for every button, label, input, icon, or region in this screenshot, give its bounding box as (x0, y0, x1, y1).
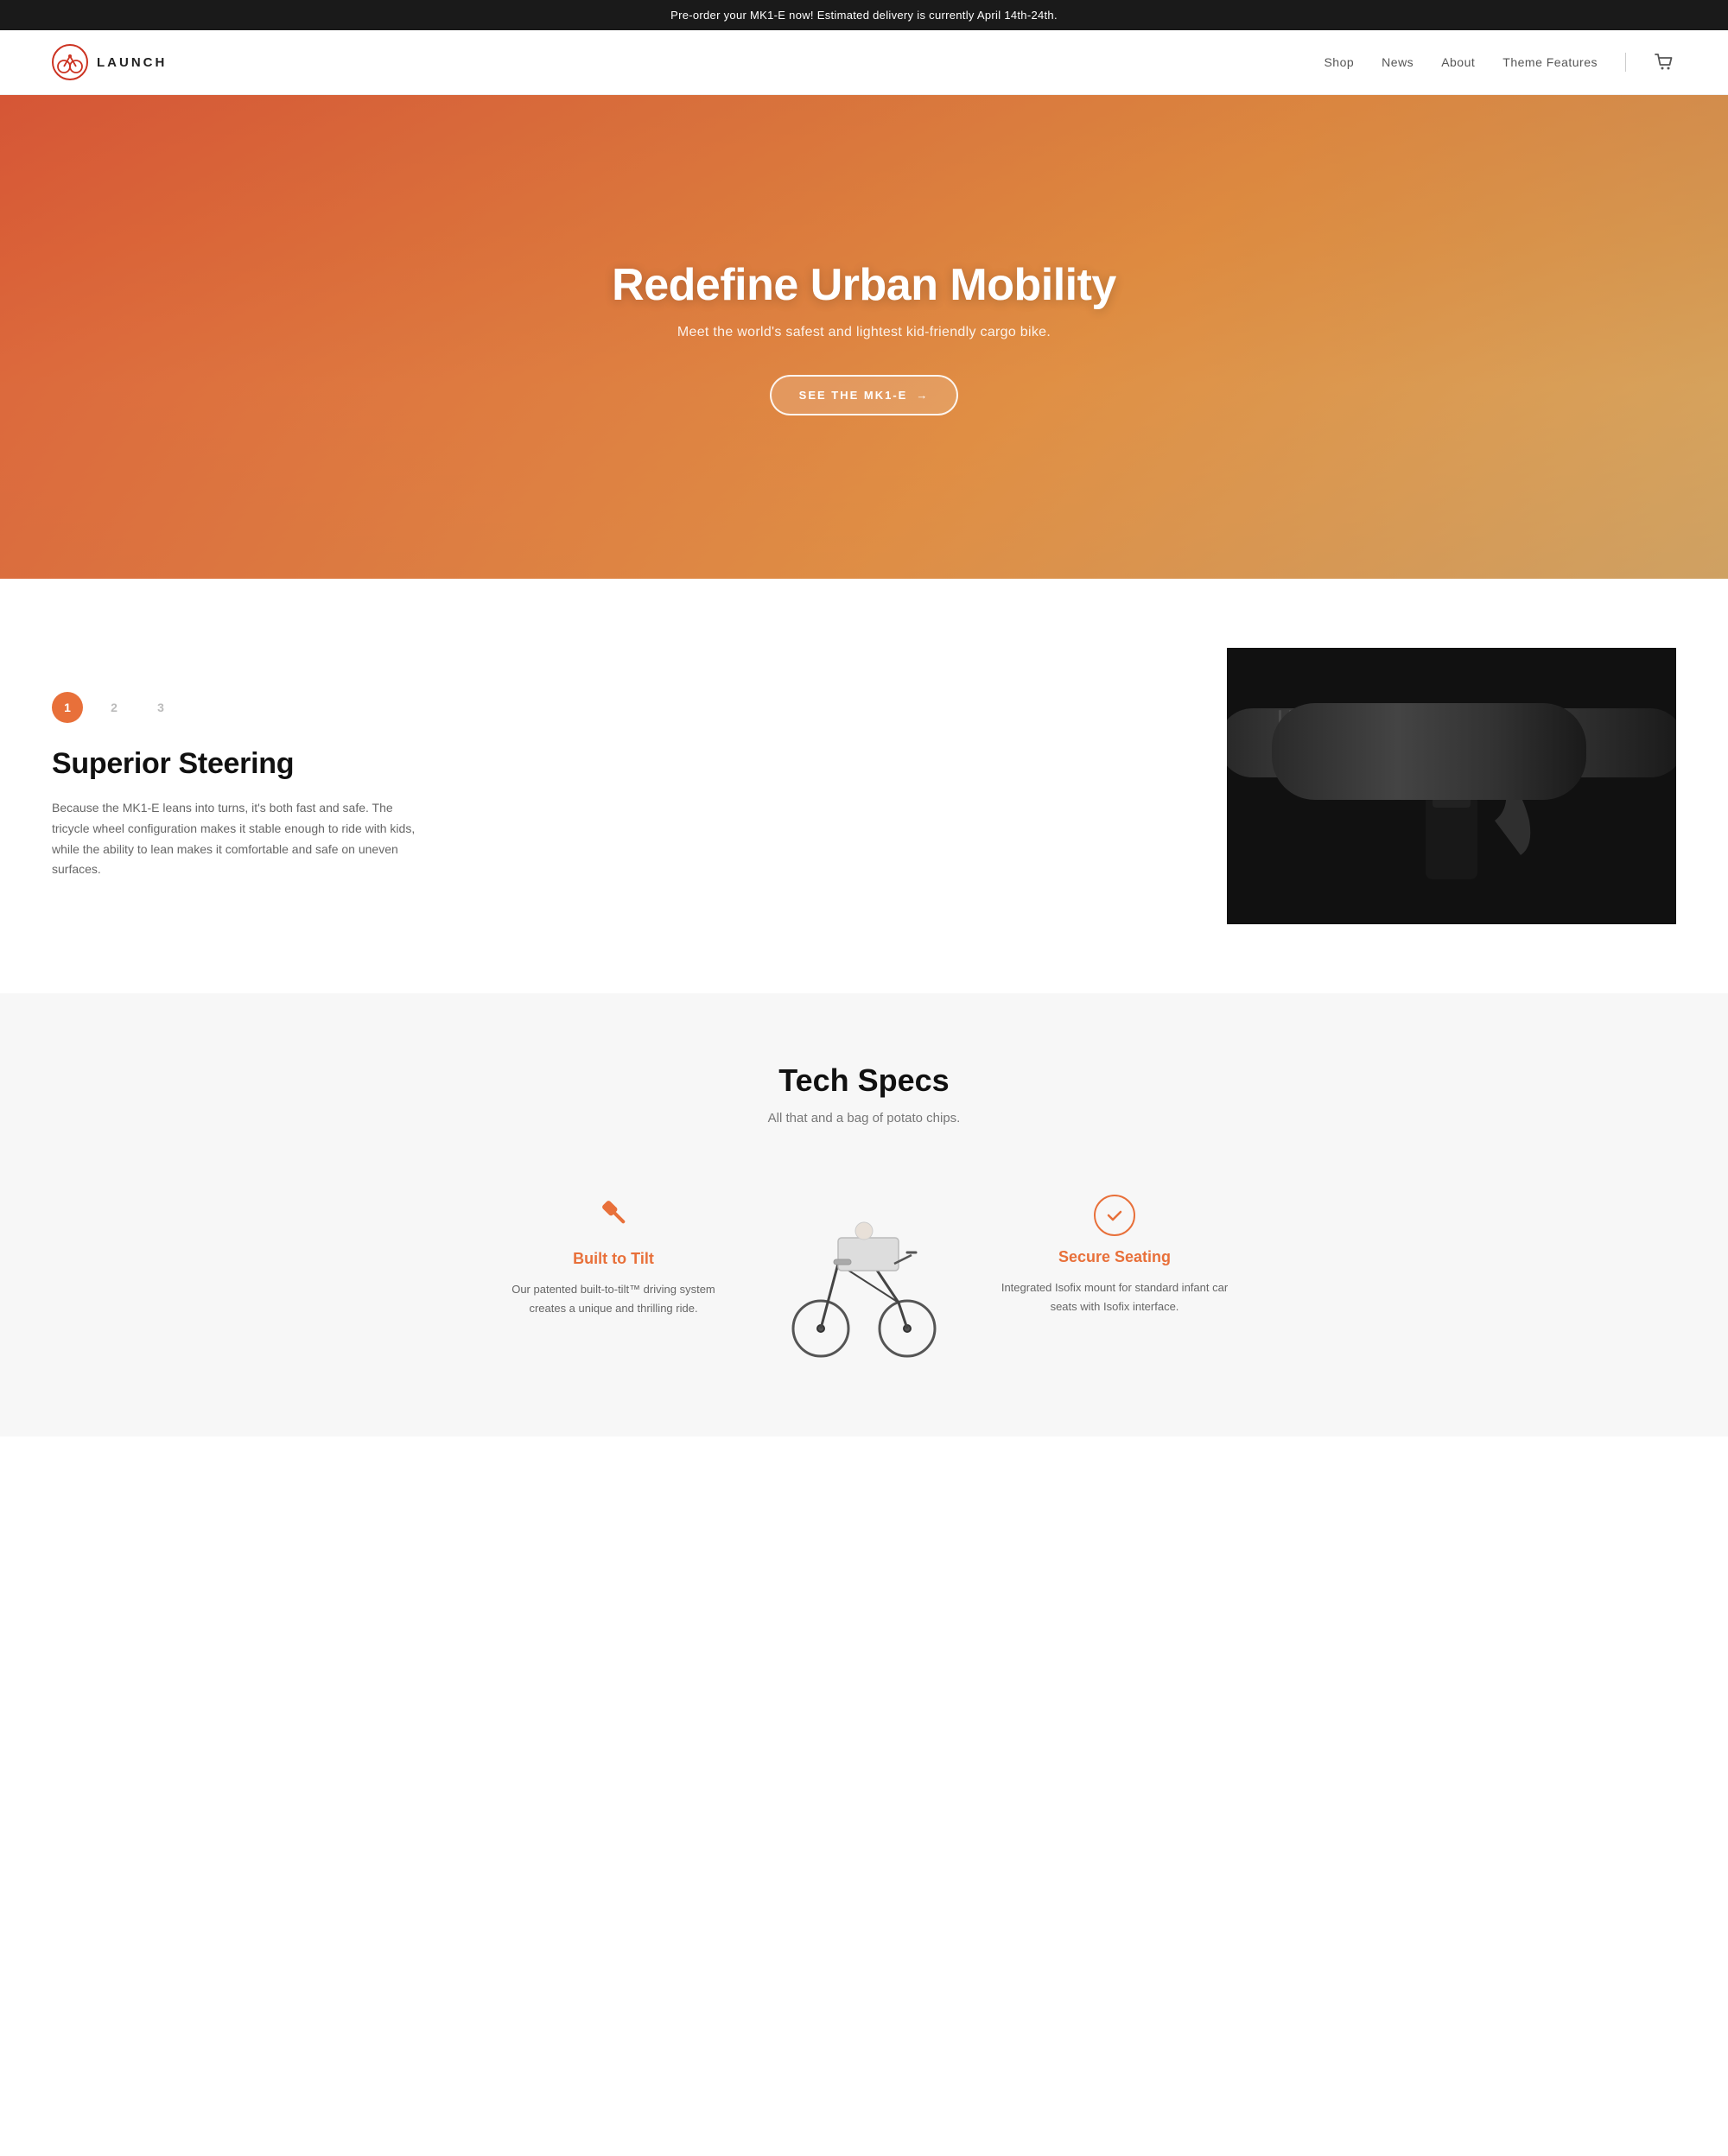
nav-shop[interactable]: Shop (1324, 55, 1354, 69)
cart-icon[interactable] (1654, 51, 1676, 73)
feature-steps: 1 2 3 (52, 692, 432, 723)
logo-icon (52, 44, 88, 80)
nav-links: Shop News About Theme Features (1324, 51, 1676, 73)
announcement-bar: Pre-order your MK1-E now! Estimated deli… (0, 0, 1728, 30)
logo-area[interactable]: LAUNCH (52, 44, 167, 80)
feature-right: ex (467, 648, 1676, 924)
hero-content: Redefine Urban Mobility Meet the world's… (612, 259, 1116, 415)
bike-visual (786, 1177, 942, 1367)
step-1[interactable]: 1 (52, 692, 83, 723)
feature-left: 1 2 3 Superior Steering Because the MK1-… (52, 692, 467, 880)
spec-secure-seating: Secure Seating Integrated Isofix mount f… (976, 1177, 1253, 1334)
hero-title: Redefine Urban Mobility (612, 259, 1116, 311)
svg-text:ex: ex (1465, 740, 1490, 762)
hero-cta-label: SEE THE MK1-E (799, 389, 908, 402)
secure-seating-description: Integrated Isofix mount for standard inf… (994, 1278, 1236, 1316)
hero-cta-arrow: → (916, 389, 929, 402)
check-icon (1094, 1195, 1135, 1236)
hero-cta-button[interactable]: SEE THE MK1-E → (770, 375, 959, 415)
feature-heading: Superior Steering (52, 747, 432, 781)
specs-grid: Built to Tilt Our patented built-to-tilt… (475, 1177, 1253, 1367)
tech-specs-subtitle: All that and a bag of potato chips. (52, 1111, 1676, 1126)
handlebar-image: ex (1227, 648, 1676, 924)
announcement-text: Pre-order your MK1-E now! Estimated deli… (670, 9, 1058, 22)
nav-theme-features[interactable]: Theme Features (1502, 55, 1598, 69)
hammer-icon (492, 1195, 734, 1238)
handlebar-visual: ex (1227, 648, 1676, 924)
tech-specs-section: Tech Specs All that and a bag of potato … (0, 993, 1728, 1436)
nav-news[interactable]: News (1382, 55, 1414, 69)
feature-section: 1 2 3 Superior Steering Because the MK1-… (0, 579, 1728, 993)
nav-divider (1625, 53, 1626, 72)
built-to-tilt-name: Built to Tilt (492, 1250, 734, 1268)
tech-specs-title: Tech Specs (52, 1062, 1676, 1099)
handlebar-svg: ex (1227, 648, 1676, 924)
feature-description: Because the MK1-E leans into turns, it's… (52, 798, 432, 880)
hero-subtitle: Meet the world's safest and lightest kid… (612, 325, 1116, 340)
bike-image (786, 1177, 942, 1367)
secure-seating-name: Secure Seating (994, 1248, 1236, 1266)
spec-built-to-tilt: Built to Tilt Our patented built-to-tilt… (475, 1177, 752, 1335)
built-to-tilt-description: Our patented built-to-tilt™ driving syst… (492, 1280, 734, 1318)
step-2[interactable]: 2 (98, 692, 130, 723)
header: LAUNCH Shop News About Theme Features (0, 30, 1728, 95)
hero-section: Redefine Urban Mobility Meet the world's… (0, 95, 1728, 579)
step-3[interactable]: 3 (145, 692, 176, 723)
logo-text: LAUNCH (97, 55, 167, 70)
nav-about[interactable]: About (1441, 55, 1475, 69)
